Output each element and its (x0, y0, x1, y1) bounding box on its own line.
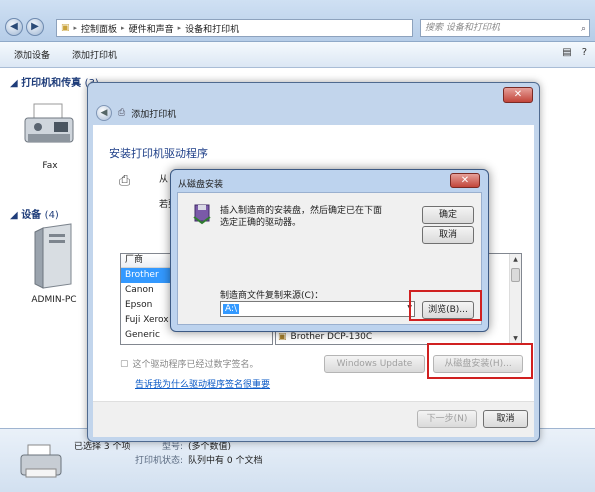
devices-group-count: (4) (44, 210, 59, 221)
back-button[interactable]: ◀ (5, 18, 23, 36)
printer-status-key: 打印机状态: (135, 456, 184, 466)
printers-group-header[interactable]: ◢ 打印机和传真 (3) (10, 74, 99, 89)
instruction-text: 插入制造商的安装盘，然后确定已在下面选定正确的驱动器。 (220, 206, 383, 228)
breadcrumb-item-hardware[interactable]: 硬件和声音 (129, 22, 174, 35)
signed-text: 这个驱动程序已经过数字签名。 (132, 360, 259, 370)
folder-icon: ▣ (61, 23, 70, 33)
close-icon: ✕ (513, 89, 523, 100)
breadcrumb[interactable]: ▣ ▸ 控制面板 ▸ 硬件和声音 ▸ 设备和打印机 (56, 19, 413, 37)
fax-icon (24, 103, 74, 143)
cancel-button[interactable]: 取消 (422, 226, 474, 244)
page-heading: 安装打印机驱动程序 (109, 147, 208, 160)
chevron-down-icon: ◢ (10, 78, 18, 89)
list-item[interactable]: ▣ Brother DCP-130C (278, 332, 372, 342)
close-button[interactable]: ✕ (450, 173, 480, 188)
printer-group-icon (20, 444, 62, 478)
chevron-right-icon: ▸ (177, 24, 182, 32)
admin-pc-device[interactable]: ADMIN-PC (22, 222, 86, 305)
printer-status-value: 队列中有 0 个文档 (188, 456, 263, 466)
computer-tower-icon (34, 223, 72, 289)
printer-icon: ▣ (278, 332, 287, 342)
driver-signing-link[interactable]: 告诉我为什么驱动程序签名很重要 (135, 377, 270, 390)
close-button[interactable]: ✕ (503, 87, 533, 103)
highlight-from-disk (427, 343, 533, 379)
signed-status: ▢ 这个驱动程序已经过数字签名。 (120, 357, 259, 371)
search-icon[interactable]: ⌕ (581, 21, 586, 37)
help-icon[interactable]: ? (582, 47, 587, 58)
scroll-thumb[interactable] (511, 268, 520, 282)
address-bar-area: ◀ ▶ ▣ ▸ 控制面板 ▸ 硬件和声音 ▸ 设备和打印机 搜索 设备和打印机 … (0, 0, 595, 42)
scrollbar[interactable]: ▲ ▼ (509, 254, 521, 344)
fax-label: Fax (42, 161, 58, 171)
cancel-button[interactable]: 取消 (483, 410, 528, 428)
dialog-title: 从磁盘安装 (178, 180, 224, 190)
printer-icon: ⎙ (118, 108, 126, 118)
chevron-right-icon: ▸ (121, 24, 125, 32)
search-placeholder: 搜索 设备和打印机 (425, 23, 500, 33)
next-button[interactable]: 下一步(N) (417, 410, 477, 428)
search-input[interactable]: 搜索 设备和打印机 ⌕ (420, 19, 590, 37)
ok-button[interactable]: 确定 (422, 206, 474, 224)
description-text: 从 (159, 175, 169, 185)
breadcrumb-item-devices[interactable]: 设备和打印机 (185, 22, 239, 35)
dialog-footer: 下一步(N) 取消 (93, 401, 534, 437)
dialog-title: 添加打印机 (131, 109, 177, 120)
add-printer-button[interactable]: 添加打印机 (72, 48, 117, 61)
copy-source-value[interactable]: A:\ (223, 304, 240, 314)
chevron-right-icon: ▸ (73, 24, 78, 32)
driver-name: Brother DCP-130C (290, 332, 373, 342)
add-device-button[interactable]: 添加设备 (14, 48, 50, 61)
breadcrumb-item-control-panel[interactable]: 控制面板 (81, 22, 117, 35)
fax-device[interactable]: Fax (18, 96, 82, 171)
view-options-icon[interactable]: ▤ (562, 47, 571, 58)
devices-group-header[interactable]: ◢ 设备 (4) (10, 206, 59, 221)
admin-pc-label: ADMIN-PC (31, 295, 77, 305)
printer-icon: ⎙ (119, 173, 131, 189)
forward-button[interactable]: ▶ (26, 18, 44, 36)
command-bar: 添加设备 添加打印机 ▤ ? (0, 42, 595, 68)
windows-update-button[interactable]: Windows Update (324, 355, 425, 373)
printers-group-title: 打印机和传真 (21, 78, 82, 89)
back-arrow-icon[interactable]: ◀ (96, 105, 112, 121)
chevron-down-icon: ◢ (10, 210, 18, 221)
shield-icon: ▢ (120, 358, 129, 369)
devices-group-title: 设备 (21, 210, 42, 221)
copy-source-combobox[interactable]: A:\ ▼ (220, 301, 415, 317)
highlight-browse (409, 290, 482, 321)
disk-install-icon (193, 204, 211, 225)
scroll-up-icon[interactable]: ▲ (510, 254, 521, 265)
dialog-title-bar: ◀ ⎙ 添加打印机 (96, 105, 176, 121)
close-icon: ✕ (460, 175, 470, 186)
copy-source-label: 制造商文件复制来源(C)： (220, 291, 324, 301)
